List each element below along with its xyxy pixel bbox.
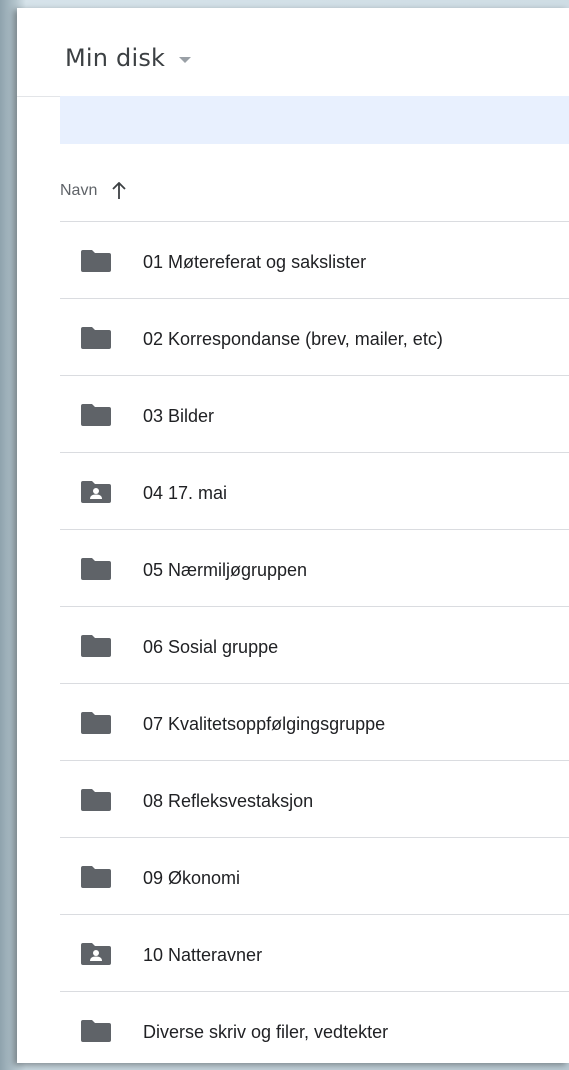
file-row[interactable]: 01 Møtereferat og sakslister bbox=[60, 221, 569, 298]
folder-icon bbox=[81, 404, 111, 426]
file-name: 09 Økonomi bbox=[143, 868, 241, 888]
folder-icon bbox=[81, 558, 111, 580]
file-name: 06 Sosial gruppe bbox=[143, 637, 279, 657]
file-row[interactable]: 03 Bilder bbox=[60, 375, 569, 452]
arrow-up-icon[interactable] bbox=[111, 182, 127, 200]
file-row[interactable]: 08 Refleksvestaksjon bbox=[60, 760, 569, 837]
file-name: Diverse skriv og filer, vedtekter bbox=[143, 1022, 389, 1042]
page-title: Min disk bbox=[65, 44, 166, 72]
folder-icon bbox=[81, 327, 111, 349]
folder-icon bbox=[81, 250, 111, 272]
file-row[interactable]: 05 Nærmiljøgruppen bbox=[60, 529, 569, 606]
file-name: 04 17. mai bbox=[143, 483, 228, 503]
file-name: 05 Nærmiljøgruppen bbox=[143, 560, 308, 580]
info-banner bbox=[60, 96, 569, 144]
drive-panel: Min disk Navn 01 Møtereferat og sakslist… bbox=[17, 8, 569, 1063]
file-name: 07 Kvalitetsoppfølgingsgruppe bbox=[143, 714, 386, 734]
file-row[interactable]: 02 Korrespondanse (brev, mailer, etc) bbox=[60, 298, 569, 375]
sort-label: Navn bbox=[60, 182, 98, 199]
file-name: 02 Korrespondanse (brev, mailer, etc) bbox=[143, 329, 443, 349]
folder-icon bbox=[81, 789, 111, 811]
shared-folder-icon bbox=[81, 943, 111, 965]
file-row[interactable]: 09 Økonomi bbox=[60, 837, 569, 914]
file-name: 10 Natteravner bbox=[143, 945, 263, 965]
folder-icon bbox=[81, 712, 111, 734]
folder-icon bbox=[81, 635, 111, 657]
file-row[interactable]: 04 17. mai bbox=[60, 452, 569, 529]
file-name: 03 Bilder bbox=[143, 406, 215, 426]
file-row[interactable]: 07 Kvalitetsoppfølgingsgruppe bbox=[60, 683, 569, 760]
caret-down-icon[interactable] bbox=[179, 57, 192, 63]
shared-folder-icon bbox=[81, 481, 111, 503]
drive-title-dropdown[interactable]: Min disk bbox=[65, 38, 192, 78]
file-row[interactable]: 06 Sosial gruppe bbox=[60, 606, 569, 683]
file-name: 01 Møtereferat og sakslister bbox=[143, 252, 367, 272]
sort-by-name-header[interactable]: Navn bbox=[60, 176, 127, 206]
file-row[interactable]: Diverse skriv og filer, vedtekter bbox=[60, 991, 569, 1063]
file-row[interactable]: 10 Natteravner bbox=[60, 914, 569, 991]
file-name: 08 Refleksvestaksjon bbox=[143, 791, 314, 811]
file-list: 01 Møtereferat og sakslister 02 Korrespo… bbox=[60, 221, 569, 1063]
folder-icon bbox=[81, 1020, 111, 1042]
folder-icon bbox=[81, 866, 111, 888]
